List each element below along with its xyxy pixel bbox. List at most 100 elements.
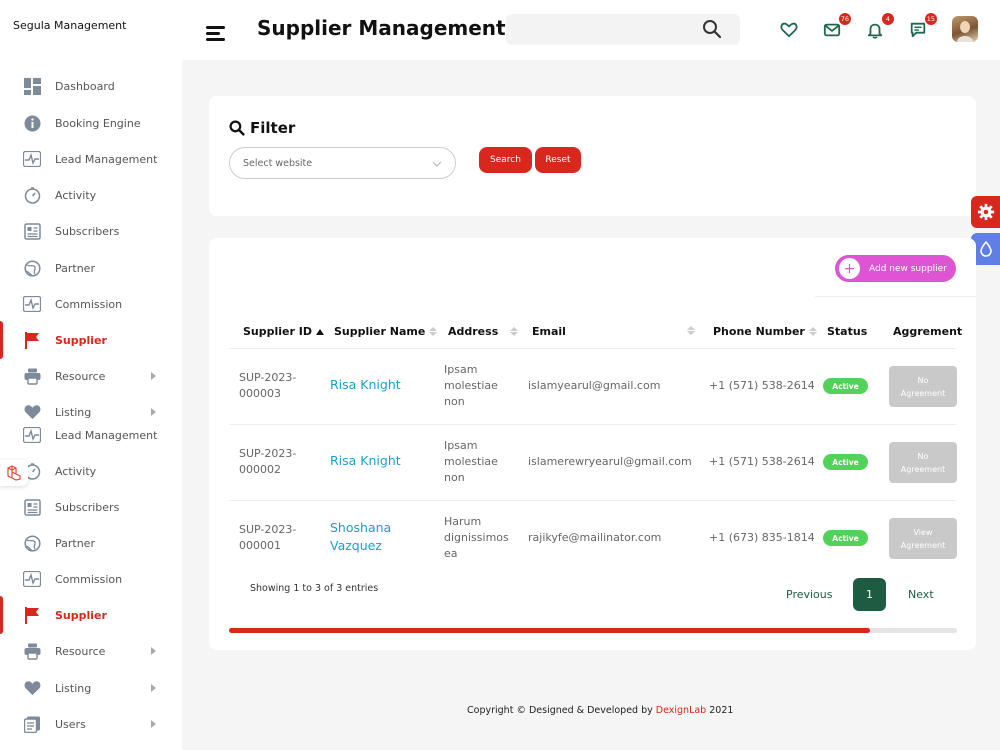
mail-icon[interactable]: 76	[820, 12, 852, 42]
heart-icon	[23, 679, 41, 697]
sidebar-item-label: Users	[55, 717, 86, 731]
info-icon	[23, 114, 41, 132]
menu-toggle-icon[interactable]	[206, 26, 225, 41]
chevron-down-icon	[432, 161, 442, 167]
plus-icon: +	[839, 258, 860, 279]
pulse-icon	[23, 150, 41, 168]
add-supplier-button[interactable]: + Add new supplier	[835, 255, 956, 282]
sidebar-item-lead-management[interactable]: Lead Management	[0, 146, 182, 172]
col-supplier-id[interactable]: Supplier ID	[243, 325, 324, 338]
sidebar-item-label: Supplier	[55, 333, 107, 347]
sidebar-item-label: Commission	[55, 572, 123, 586]
agreement-button[interactable]: No Agreement	[889, 366, 957, 407]
printer-icon	[23, 367, 41, 385]
col-address[interactable]: Address	[448, 325, 519, 338]
avatar[interactable]	[952, 16, 978, 42]
sidebar-item-partner[interactable]: Partner	[0, 255, 182, 281]
sidebar: Segula Management Dashboard Booking Engin…	[0, 0, 182, 750]
newspaper-icon	[23, 222, 41, 240]
supplier-address: Ipsam molestiae non	[444, 363, 498, 408]
sidebar-item-resource[interactable]: Resource	[0, 363, 182, 389]
chevron-right-icon	[151, 408, 156, 416]
sidebar-item-label: Resource	[55, 369, 106, 383]
heart-icon[interactable]	[777, 18, 801, 42]
globe-icon	[23, 259, 41, 277]
pulse-icon	[23, 295, 41, 313]
sidebar-item-label: Listing	[55, 405, 92, 419]
col-agreement[interactable]: Aggrement	[893, 325, 962, 338]
filter-heading: Filter	[229, 119, 295, 137]
sidebar-item-listing[interactable]: Listing	[0, 675, 182, 701]
divider	[815, 296, 976, 297]
sidebar-item-activity[interactable]: Activity	[0, 182, 182, 208]
col-supplier-name[interactable]: Supplier Name	[334, 325, 438, 338]
sidebar-item-supplier[interactable]: Supplier	[0, 321, 182, 359]
top-header: Supplier Management 76 4 15	[182, 0, 1000, 60]
sidebar-item-commission[interactable]: Commission	[0, 291, 182, 317]
filter-card: Filter Select website Search Reset	[209, 96, 976, 216]
page-title: Supplier Management	[257, 16, 506, 40]
sidebar-item-label: Activity	[55, 464, 97, 478]
laravel-logo-icon[interactable]	[0, 460, 28, 486]
divider	[229, 500, 956, 501]
page-1-button[interactable]: 1	[853, 578, 886, 611]
footer-copyright: Copyright © Designed & Developed by	[467, 705, 656, 716]
sidebar-item-label: Booking Engine	[55, 116, 141, 130]
sidebar-item-commission[interactable]: Commission	[0, 566, 182, 592]
col-status[interactable]: Status	[827, 325, 867, 338]
chat-icon[interactable]: 15	[906, 12, 938, 42]
col-email[interactable]: Email	[532, 325, 566, 338]
chat-badge: 15	[923, 12, 938, 26]
supplier-email: rajikyfe@mailinator.com	[528, 531, 662, 544]
supplier-phone: +1 (571) 538-2614	[709, 379, 815, 392]
sidebar-item-booking-engine[interactable]: Booking Engine	[0, 110, 182, 136]
sidebar-item-supplier[interactable]: Supplier	[0, 596, 182, 634]
supplier-name-link[interactable]: Risa Knight	[330, 376, 401, 394]
website-select[interactable]: Select website	[229, 147, 456, 179]
sidebar-item-subscribers[interactable]: Subscribers	[0, 218, 182, 244]
sort-icon	[429, 327, 438, 336]
sidebar-item-resource[interactable]: Resource	[0, 638, 182, 664]
agreement-button[interactable]: View Agreement	[889, 518, 957, 559]
sidebar-item-label: Listing	[55, 681, 92, 695]
sidebar-item-label: Partner	[55, 536, 95, 550]
chevron-right-icon	[151, 684, 156, 692]
settings-gear-icon[interactable]	[971, 196, 1000, 228]
agreement-button[interactable]: No Agreement	[889, 442, 957, 483]
supplier-address: Ipsam molestiae non	[444, 439, 498, 484]
sidebar-item-label: Activity	[55, 188, 97, 202]
supplier-phone: +1 (673) 835-1814	[709, 531, 815, 544]
sort-icon	[510, 327, 519, 336]
printer-icon	[23, 642, 41, 660]
supplier-name-link[interactable]: Shoshana Vazquez	[330, 519, 391, 555]
sidebar-item-label: Lead Management	[55, 428, 158, 442]
sidebar-item-label: Partner	[55, 261, 95, 275]
footer-year: 2021	[706, 705, 734, 716]
flag-icon	[23, 331, 41, 349]
select-placeholder: Select website	[243, 157, 313, 169]
sidebar-item-label: Resource	[55, 644, 106, 658]
sidebar-item-dashboard[interactable]: Dashboard	[0, 73, 182, 99]
chevron-right-icon	[151, 720, 156, 728]
col-email-sort[interactable]	[687, 326, 695, 335]
sidebar-item-label: Commission	[55, 297, 123, 311]
col-phone[interactable]: Phone Number	[713, 325, 817, 338]
search-icon[interactable]	[702, 19, 724, 41]
next-page-link[interactable]: Next	[908, 588, 934, 601]
sidebar-item-partner[interactable]: Partner	[0, 530, 182, 556]
sidebar-item-subscribers[interactable]: Subscribers	[0, 494, 182, 520]
bell-icon[interactable]: 4	[863, 12, 895, 42]
scrollbar-thumb[interactable]	[229, 628, 870, 633]
add-supplier-label: Add new supplier	[869, 263, 947, 274]
sidebar-item-users[interactable]: Users	[0, 711, 182, 737]
horizontal-scrollbar[interactable]	[229, 628, 957, 633]
sidebar-item-lead-management[interactable]: Lead Management	[0, 422, 182, 448]
supplier-name-link[interactable]: Risa Knight	[330, 452, 401, 470]
reset-button[interactable]: Reset	[535, 147, 581, 173]
status-badge: Active	[823, 378, 868, 394]
pulse-icon	[23, 426, 41, 444]
previous-page-link[interactable]: Previous	[786, 588, 833, 601]
footer-brand-link[interactable]: DexignLab	[656, 705, 706, 716]
newspaper-icon	[23, 498, 41, 516]
search-button[interactable]: Search	[479, 147, 532, 173]
